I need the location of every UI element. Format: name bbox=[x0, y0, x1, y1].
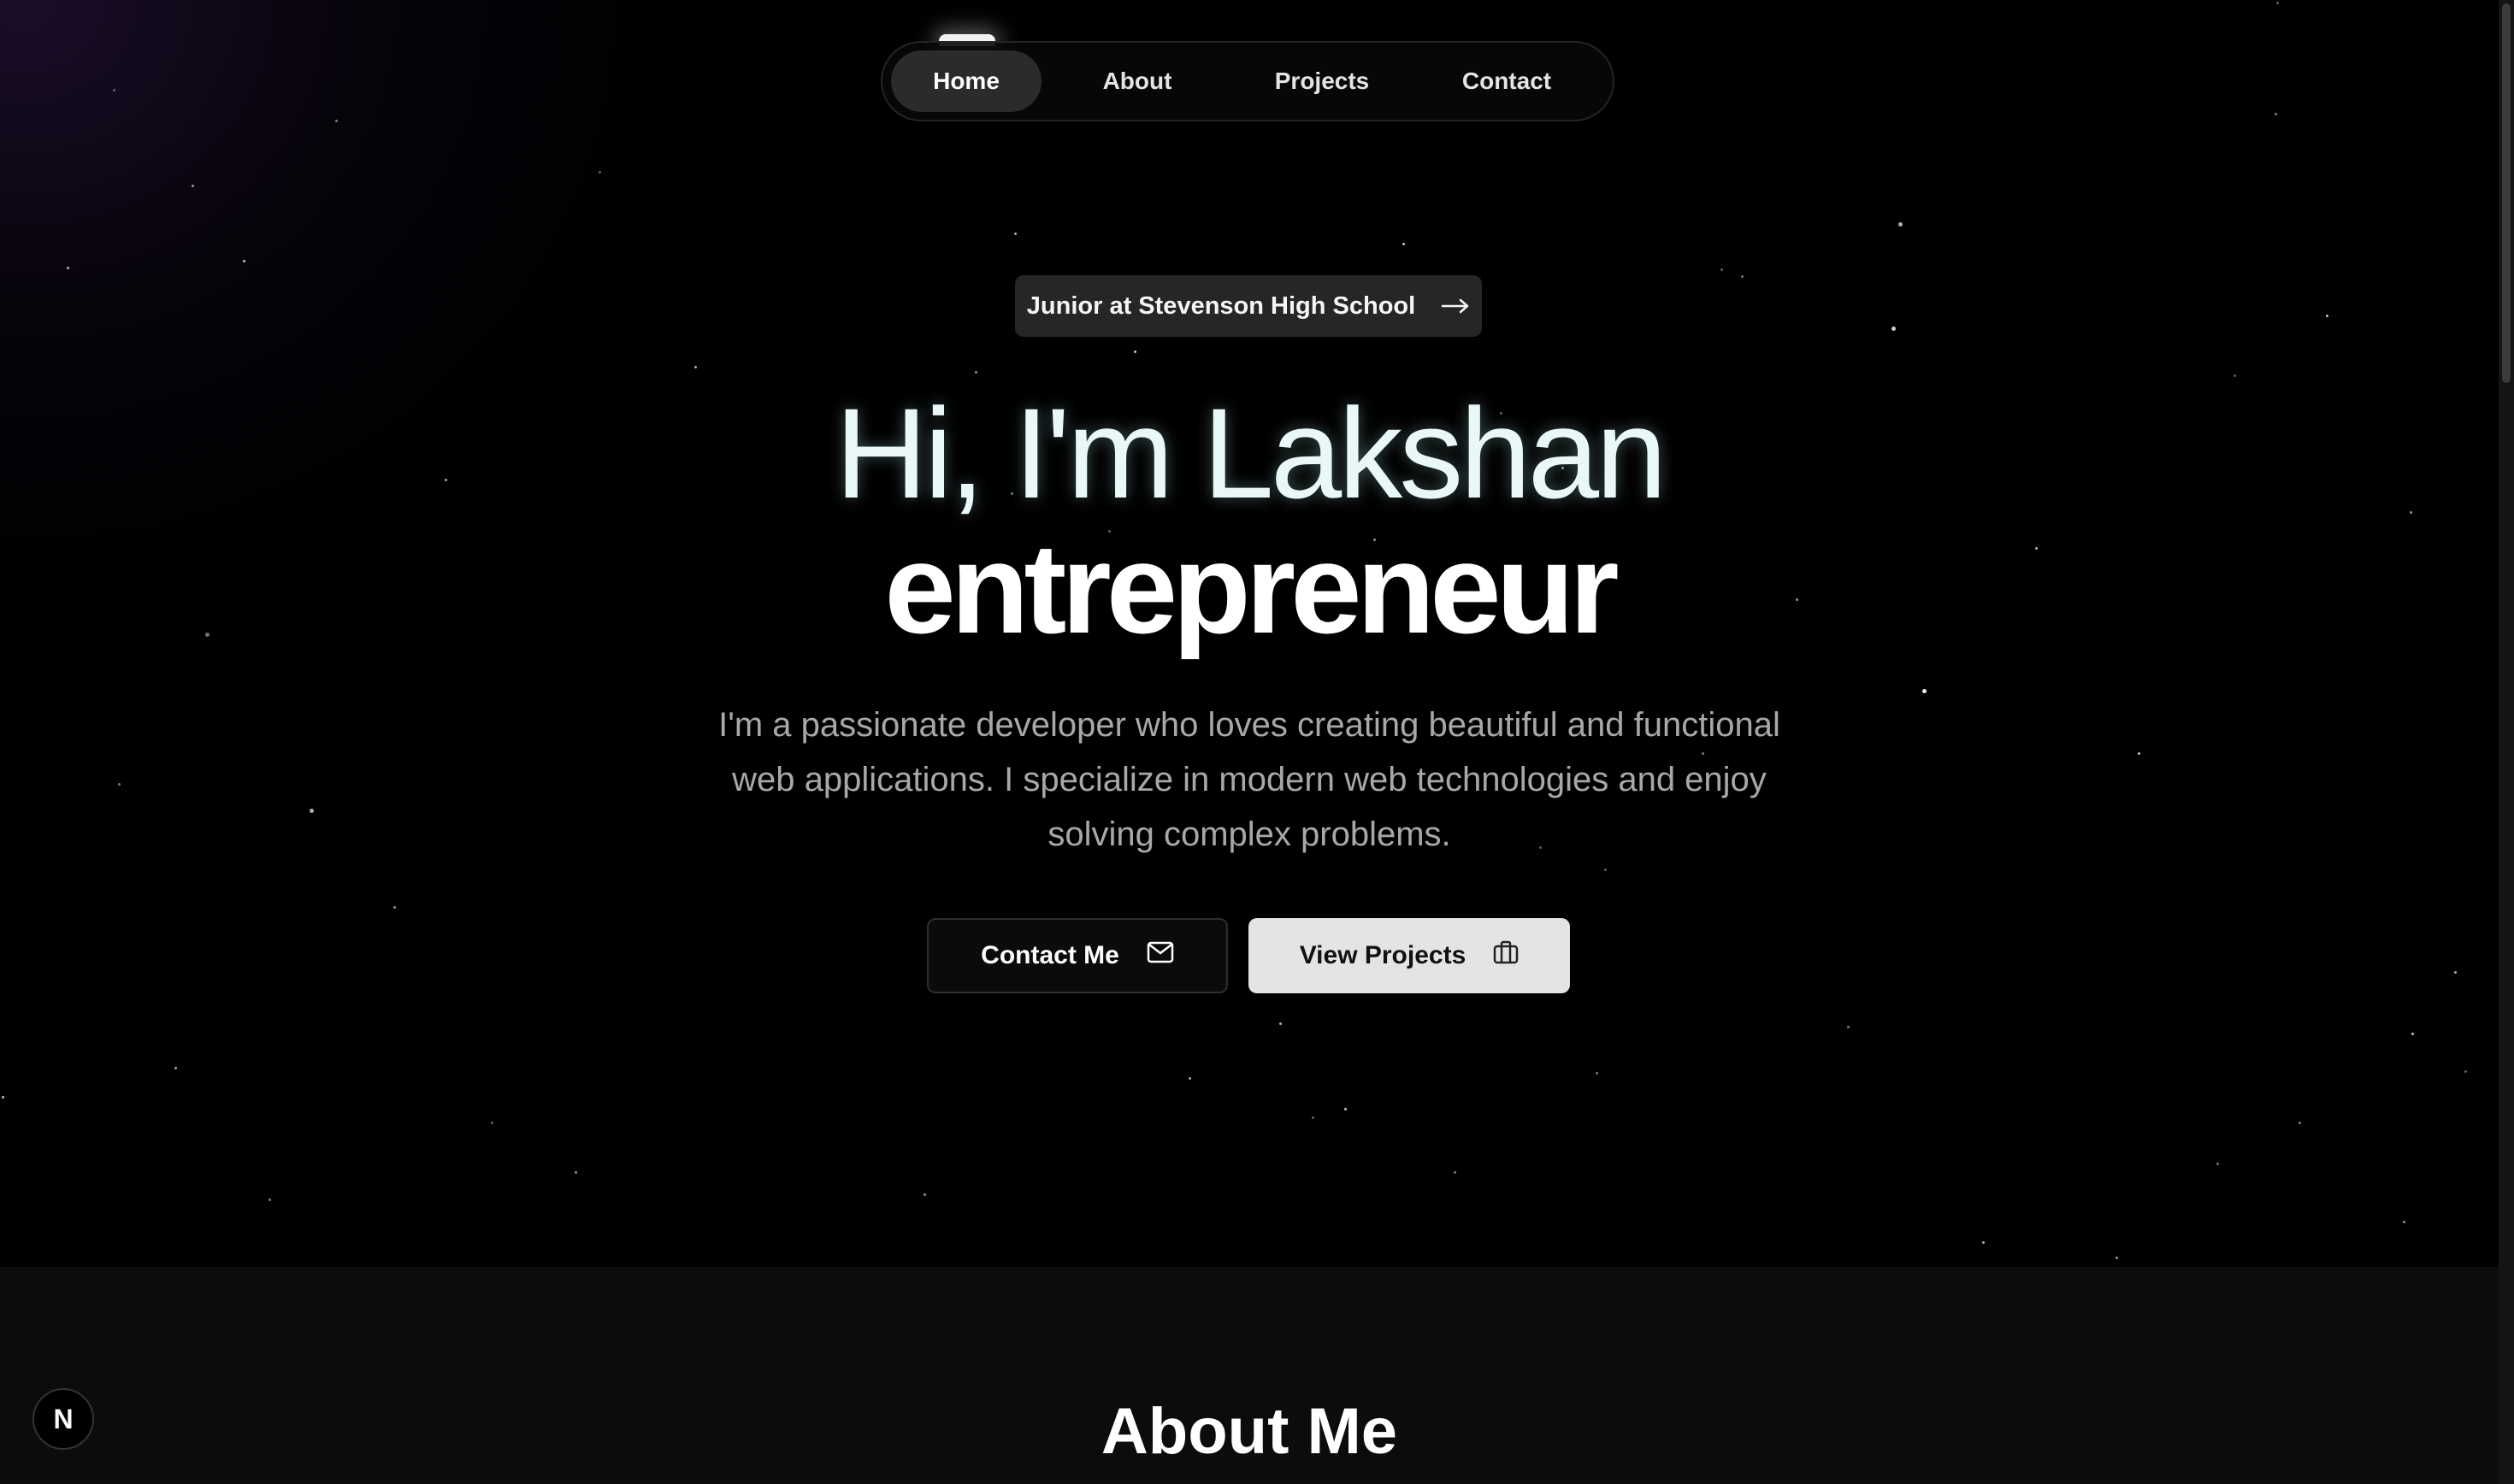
star bbox=[1847, 1026, 1850, 1028]
nextjs-logo-icon[interactable]: N bbox=[32, 1388, 94, 1450]
view-projects-label: View Projects bbox=[1299, 941, 1466, 969]
star bbox=[975, 371, 977, 374]
star bbox=[310, 809, 314, 813]
about-section: About Me bbox=[0, 1267, 2499, 1484]
star bbox=[2403, 1221, 2405, 1223]
portfolio-page: Home About Projects Contact Junior at St… bbox=[0, 0, 2514, 1484]
school-badge[interactable]: Junior at Stevenson High School bbox=[1015, 275, 1482, 337]
star bbox=[2116, 1257, 2118, 1259]
star bbox=[2411, 1033, 2414, 1035]
star bbox=[2275, 113, 2277, 115]
about-title: About Me bbox=[1101, 1395, 1398, 1468]
star bbox=[1720, 268, 1723, 271]
star bbox=[335, 120, 338, 122]
star bbox=[1312, 1116, 1314, 1119]
star bbox=[192, 185, 194, 187]
star bbox=[1922, 689, 1927, 693]
star bbox=[1189, 1077, 1191, 1080]
star bbox=[1982, 1241, 1985, 1244]
star bbox=[1741, 275, 1744, 278]
contact-me-button[interactable]: Contact Me bbox=[927, 918, 1228, 993]
star bbox=[1891, 327, 1896, 331]
hero-intro: I'm a passionate developer who loves cre… bbox=[718, 706, 1780, 853]
star bbox=[694, 366, 697, 368]
star bbox=[1898, 222, 1903, 227]
star bbox=[67, 267, 69, 269]
star bbox=[243, 260, 245, 262]
star bbox=[2299, 1122, 2301, 1124]
star bbox=[1402, 243, 1405, 245]
hero-role: entrepreneur bbox=[884, 516, 1619, 660]
page-scrollbar[interactable] bbox=[2499, 0, 2514, 1484]
nav-item-home[interactable]: Home bbox=[891, 50, 1042, 112]
star bbox=[2216, 1163, 2219, 1165]
star bbox=[118, 783, 121, 786]
star bbox=[1454, 1171, 1456, 1174]
star bbox=[1279, 1022, 1282, 1025]
nav-item-about[interactable]: About bbox=[1042, 50, 1233, 112]
nextjs-badge-label: N bbox=[53, 1403, 74, 1434]
star bbox=[924, 1193, 926, 1196]
star bbox=[1134, 350, 1136, 353]
mail-icon bbox=[1147, 941, 1174, 970]
view-projects-button[interactable]: View Projects bbox=[1248, 918, 1570, 993]
star bbox=[113, 89, 115, 91]
star bbox=[1596, 1072, 1598, 1075]
star bbox=[2138, 752, 2140, 755]
nav-item-projects[interactable]: Projects bbox=[1233, 50, 1411, 112]
star bbox=[1344, 1108, 1347, 1110]
scrollbar-thumb[interactable] bbox=[2502, 3, 2511, 383]
star bbox=[491, 1122, 493, 1124]
star bbox=[2276, 2, 2279, 4]
main-nav: Home About Projects Contact bbox=[881, 41, 1614, 121]
star bbox=[2, 1096, 4, 1098]
nav-item-contact[interactable]: Contact bbox=[1411, 50, 1602, 112]
star bbox=[393, 906, 396, 909]
star bbox=[174, 1067, 177, 1069]
hero-greeting: Hi, I'm Lakshan bbox=[835, 381, 1667, 525]
star bbox=[575, 1171, 577, 1174]
star bbox=[1014, 233, 1017, 235]
star bbox=[2464, 1070, 2467, 1073]
contact-me-label: Contact Me bbox=[981, 941, 1119, 969]
star bbox=[2326, 315, 2328, 317]
star bbox=[269, 1198, 271, 1201]
hero-section: Home About Projects Contact Junior at St… bbox=[0, 0, 2499, 1267]
star bbox=[599, 171, 601, 174]
arrow-right-icon bbox=[1441, 298, 1470, 314]
school-badge-label: Junior at Stevenson High School bbox=[1026, 292, 1416, 320]
star bbox=[1604, 869, 1607, 871]
briefcase-icon bbox=[1493, 940, 1519, 971]
star bbox=[2454, 971, 2457, 974]
